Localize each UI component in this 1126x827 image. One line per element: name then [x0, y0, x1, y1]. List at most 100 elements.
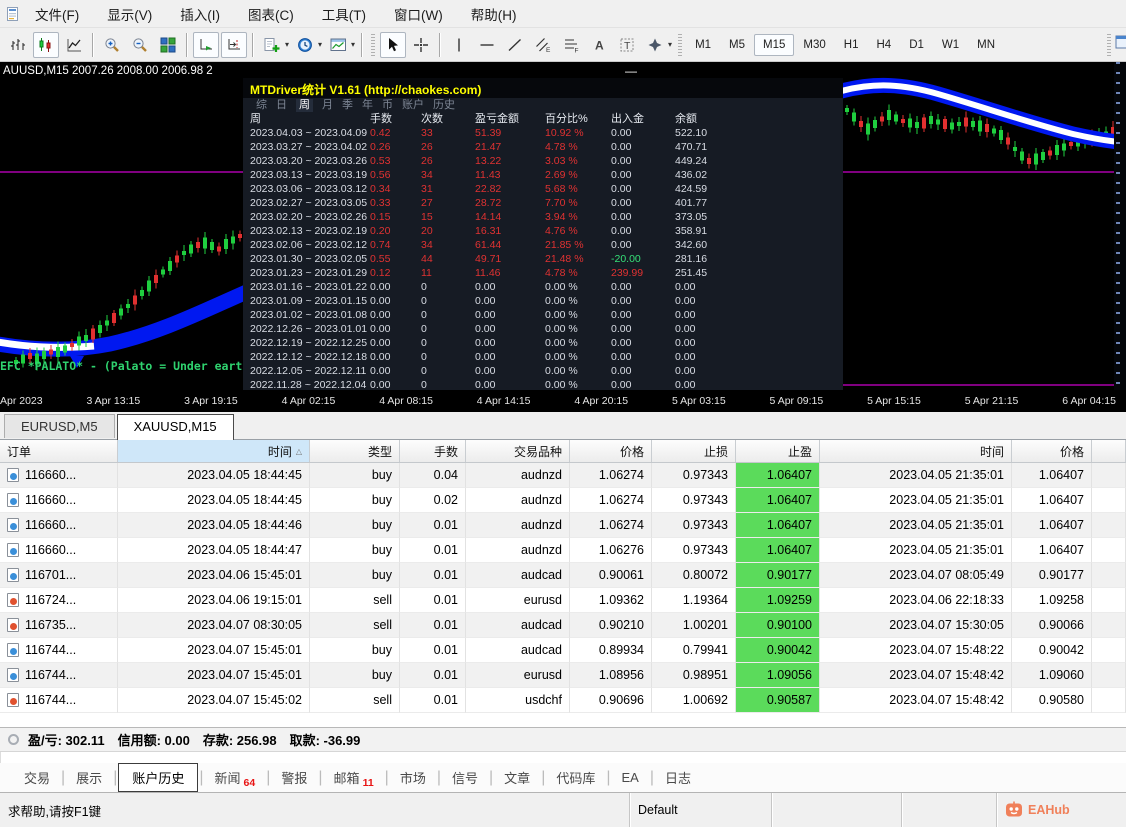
orders-col-止盈[interactable]: 止盈 — [736, 440, 820, 462]
order-row[interactable]: 116660...2023.04.05 18:44:46buy0.01audnz… — [0, 513, 1126, 538]
stats-tab-周[interactable]: 周 — [296, 99, 313, 112]
menu-item-窗口(W)[interactable]: 窗口(W) — [380, 4, 457, 24]
fibonacci-button[interactable]: F — [558, 32, 584, 58]
timeframe-M1[interactable]: M1 — [686, 34, 720, 56]
timeframe-W1[interactable]: W1 — [933, 34, 968, 56]
stats-tab-月[interactable]: 月 — [322, 99, 333, 112]
new-order-dropdown[interactable]: ▾ — [285, 40, 289, 49]
stats-tab-账户[interactable]: 账户 — [402, 99, 424, 112]
orders-col-订单[interactable]: 订单 — [0, 440, 118, 462]
indicators-button[interactable] — [325, 32, 351, 58]
stats-tab-季[interactable]: 季 — [342, 99, 353, 112]
chart-canvas-left[interactable]: EFC *PALATO* - (Palato = Under eart — [0, 62, 243, 390]
text-label-button[interactable]: T — [614, 32, 640, 58]
orders-col-价格[interactable]: 价格 — [1012, 440, 1092, 462]
timeframe-D1[interactable]: D1 — [900, 34, 933, 56]
orders-col-时间[interactable]: 时间△ — [118, 440, 310, 462]
trendline-button[interactable] — [502, 32, 528, 58]
menu-item-帮助(H)[interactable]: 帮助(H) — [457, 4, 531, 24]
stats-tab-币[interactable]: 币 — [382, 99, 393, 112]
stats-tab-日[interactable]: 日 — [276, 99, 287, 112]
stats-row: 2023.03.06 ~ 2023.03.120.343122.825.68 %… — [243, 182, 843, 196]
zoom-in-button[interactable] — [99, 32, 125, 58]
orders-col-类型[interactable]: 类型 — [310, 440, 400, 462]
barchart-button[interactable] — [5, 32, 31, 58]
bottom-tab-交易[interactable]: 交易 — [14, 765, 60, 790]
bottom-tab-EA[interactable]: EA — [612, 767, 649, 788]
stats-panel-title[interactable]: MTDriver统计 V1.61 (http://chaokes.com) — [243, 78, 843, 98]
orders-col-价格[interactable]: 价格 — [570, 440, 652, 462]
cursor-button[interactable] — [380, 32, 406, 58]
menu-item-图表(C)[interactable]: 图表(C) — [234, 4, 308, 24]
orders-col-end[interactable] — [1092, 440, 1126, 462]
timeframe-M30[interactable]: M30 — [794, 34, 834, 56]
chart-tab-bar: EURUSD,M5XAUUSD,M15 — [0, 412, 1126, 440]
stats-tab-综[interactable]: 综 — [256, 99, 267, 112]
horizontal-line-button[interactable] — [474, 32, 500, 58]
bottom-tab-代码库[interactable]: 代码库 — [546, 765, 605, 790]
period-dropdown[interactable]: ▾ — [318, 40, 322, 49]
eahub-link[interactable]: EAHub — [996, 793, 1126, 827]
candlestick-button[interactable] — [33, 32, 59, 58]
chart-shift-button[interactable] — [221, 32, 247, 58]
toolbar-drag-handle[interactable] — [678, 34, 682, 56]
bottom-tab-文章[interactable]: 文章 — [494, 765, 540, 790]
time-axis[interactable]: Apr 20233 Apr 13:153 Apr 19:154 Apr 02:1… — [0, 390, 1126, 412]
bottom-tab-邮箱[interactable]: 邮箱11 — [324, 765, 384, 790]
orders-col-时间[interactable]: 时间 — [820, 440, 1012, 462]
orders-col-交易品种[interactable]: 交易品种 — [466, 440, 570, 462]
crosshair-button[interactable] — [408, 32, 434, 58]
stats-tab-年[interactable]: 年 — [362, 99, 373, 112]
order-row[interactable]: 116744...2023.04.07 15:45:02sell0.01usdc… — [0, 688, 1126, 713]
zoom-out-button[interactable] — [127, 32, 153, 58]
autoscroll-button[interactable] — [193, 32, 219, 58]
order-row[interactable]: 116660...2023.04.05 18:44:45buy0.02audnz… — [0, 488, 1126, 513]
clipped-toolbar-icon[interactable] — [1103, 34, 1126, 56]
tile-windows-button[interactable] — [155, 32, 181, 58]
toolbar-drag-handle[interactable] — [371, 34, 375, 56]
menu-item-工具(T)[interactable]: 工具(T) — [308, 4, 380, 24]
bottom-tab-日志[interactable]: 日志 — [655, 765, 701, 790]
time-axis-label: 3 Apr 13:15 — [86, 395, 140, 407]
arrows-shapes-button[interactable] — [642, 32, 668, 58]
bottom-tab-市场[interactable]: 市场 — [390, 765, 436, 790]
chart-canvas-right[interactable] — [843, 62, 1114, 390]
bottom-tab-账户历史[interactable]: 账户历史 — [118, 763, 198, 792]
bottom-tab-警报[interactable]: 警报 — [271, 765, 317, 790]
timeframe-M5[interactable]: M5 — [720, 34, 754, 56]
linechart-button[interactable] — [61, 32, 87, 58]
timeframe-M15[interactable]: M15 — [754, 34, 794, 56]
order-row[interactable]: 116701...2023.04.06 15:45:01buy0.01audca… — [0, 563, 1126, 588]
new-order-button[interactable] — [259, 32, 285, 58]
orders-col-手数[interactable]: 手数 — [400, 440, 466, 462]
menu-item-插入(I)[interactable]: 插入(I) — [166, 4, 234, 24]
order-row[interactable]: 116744...2023.04.07 15:45:01buy0.01audca… — [0, 638, 1126, 663]
menu-item-显示(V)[interactable]: 显示(V) — [93, 4, 166, 24]
profile-selector[interactable]: Default — [629, 793, 771, 827]
text-button[interactable]: A — [586, 32, 612, 58]
bottom-tab-信号[interactable]: 信号 — [442, 765, 488, 790]
indicators-dropdown[interactable]: ▾ — [351, 40, 355, 49]
timeframe-MN[interactable]: MN — [968, 34, 1004, 56]
order-row[interactable]: 116744...2023.04.07 15:45:01buy0.01eurus… — [0, 663, 1126, 688]
order-row[interactable]: 116660...2023.04.05 18:44:45buy0.04audnz… — [0, 463, 1126, 488]
panel-splitter[interactable] — [0, 752, 1126, 763]
order-row[interactable]: 116660...2023.04.05 18:44:47buy0.01audnz… — [0, 538, 1126, 563]
order-row[interactable]: 116724...2023.04.06 19:15:01sell0.01euru… — [0, 588, 1126, 613]
chart-tab-EURUSD,M5[interactable]: EURUSD,M5 — [4, 414, 115, 438]
chart-minimize-icon[interactable]: — — [625, 64, 637, 78]
equidistant-channel-button[interactable]: E — [530, 32, 556, 58]
summary-values: 盈/亏: 302.11信用额: 0.00存款: 256.98取款: -36.99 — [28, 730, 373, 750]
orders-col-止损[interactable]: 止损 — [652, 440, 736, 462]
stats-tab-历史[interactable]: 历史 — [433, 99, 455, 112]
arrows-dropdown[interactable]: ▾ — [668, 40, 672, 49]
bottom-tab-展示[interactable]: 展示 — [66, 765, 112, 790]
bottom-tab-新闻[interactable]: 新闻64 — [205, 765, 266, 790]
period-clock-button[interactable] — [292, 32, 318, 58]
chart-tab-XAUUSD,M15[interactable]: XAUUSD,M15 — [117, 414, 234, 440]
menu-item-文件(F)[interactable]: 文件(F) — [21, 4, 93, 24]
vertical-line-button[interactable] — [446, 32, 472, 58]
order-row[interactable]: 116735...2023.04.07 08:30:05sell0.01audc… — [0, 613, 1126, 638]
timeframe-H4[interactable]: H4 — [867, 34, 900, 56]
timeframe-H1[interactable]: H1 — [835, 34, 868, 56]
